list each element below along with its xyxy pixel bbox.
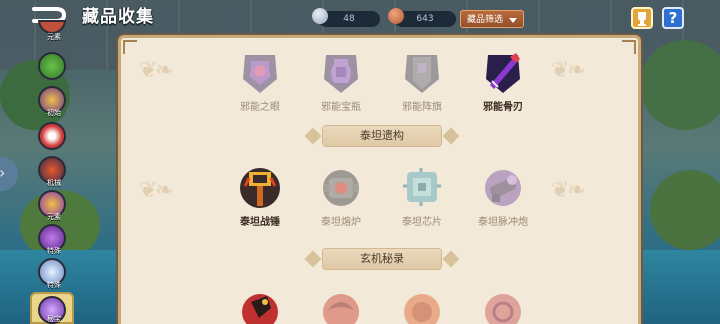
collection-filter-dropdown[interactable]: 藏品筛选 — [460, 10, 524, 28]
panel-corner-ornament — [123, 40, 137, 54]
titan-furnace-icon — [318, 166, 364, 210]
sidebar-item-label: 机械 — [47, 179, 61, 187]
collectible-item[interactable]: 泰坦战锤 — [223, 166, 297, 228]
sidebar-item-4[interactable]: 机械 — [34, 156, 74, 190]
sidebar-item-6[interactable]: 特殊 — [34, 224, 74, 258]
collectible-item[interactable]: 邪能阵旗 — [385, 51, 459, 113]
background-tree — [650, 170, 720, 250]
banner-ornament — [442, 250, 460, 268]
mystic-dragon-icon — [318, 288, 364, 324]
item-label: 邪能之眼 — [240, 102, 280, 113]
sidebar-item-label: 秘宝 — [47, 315, 61, 323]
collectible-item[interactable] — [466, 288, 540, 324]
filter-label: 藏品筛选 — [467, 15, 504, 25]
section-header: 玄机秘录 — [304, 249, 460, 269]
sidebar-item-2[interactable]: 初始 — [34, 86, 74, 120]
collectible-item[interactable] — [385, 288, 459, 324]
trophy-icon — [638, 12, 646, 26]
mystic-orb-icon — [480, 288, 526, 324]
item-label: 邪能宝瓶 — [321, 102, 361, 113]
sidebar-item-0[interactable]: 元素 — [34, 20, 74, 42]
question-mark-icon: ? — [668, 9, 678, 27]
sidebar-item-3[interactable] — [34, 122, 74, 156]
sidebar-item-label: 元素 — [47, 33, 61, 41]
item-label: 邪能阵旗 — [402, 102, 442, 113]
collectible-item[interactable] — [223, 288, 297, 324]
meat-icon — [388, 8, 404, 24]
collectible-item[interactable]: 邪能骨刃 — [466, 51, 540, 113]
background-tree — [640, 40, 720, 130]
titan-hammer-icon — [237, 166, 283, 210]
collection-panel: ❦❧ ❦❧ ❦❧ ❦❧ 邪能之眼 邪能宝瓶 邪能阵旗 邪能骨刃 泰坦遗构 泰坦战… — [118, 35, 641, 324]
titan-cannon-icon — [480, 166, 526, 210]
item-label: 泰坦战锤 — [240, 217, 280, 228]
page-title: 藏品收集 — [82, 7, 154, 27]
item-label: 邪能骨刃 — [483, 102, 523, 113]
background-ornament: ❦❧ — [139, 58, 174, 83]
category-sidebar: 元素 初始 机械 元素 特殊 特殊 秘宝 — [30, 20, 74, 324]
sidebar-item-label: 元素 — [47, 213, 61, 221]
collection-book-button[interactable] — [631, 7, 653, 29]
mystic-beast-icon — [399, 288, 445, 324]
help-button[interactable]: ? — [662, 7, 684, 29]
collectible-item[interactable]: 泰坦芯片 — [385, 166, 459, 228]
sidebar-item-label: 特殊 — [47, 247, 61, 255]
collectible-item[interactable]: 泰坦熔炉 — [304, 166, 378, 228]
banner-ornament — [304, 127, 322, 145]
section-title: 泰坦遗构 — [360, 129, 404, 142]
meat-count: 643 — [416, 14, 434, 24]
evil-banner-icon — [399, 51, 445, 95]
background-ornament: ❦❧ — [139, 178, 174, 203]
banner-ornament — [442, 127, 460, 145]
crystal-icon — [312, 8, 328, 24]
background-ornament: ❦❧ — [551, 178, 586, 203]
collectible-item[interactable]: 泰坦脉冲炮 — [466, 166, 540, 228]
creature-mushroom-icon — [38, 122, 66, 150]
mystic-red-icon — [237, 288, 283, 324]
evil-eye-icon — [237, 51, 283, 95]
creature-green-icon — [38, 52, 66, 80]
item-label: 泰坦脉冲炮 — [478, 217, 528, 228]
chevron-down-icon — [509, 18, 517, 23]
collectible-item[interactable] — [304, 288, 378, 324]
section-header: 泰坦遗构 — [304, 126, 460, 146]
item-label: 泰坦熔炉 — [321, 217, 361, 228]
titan-chip-icon — [399, 166, 445, 210]
collectible-item[interactable]: 邪能之眼 — [223, 51, 297, 113]
sidebar-item-7[interactable]: 特殊 — [34, 258, 74, 292]
collectible-item[interactable]: 邪能宝瓶 — [304, 51, 378, 113]
sidebar-item-1[interactable] — [34, 52, 74, 86]
evil-bone-blade-icon — [480, 51, 526, 95]
sidebar-item-label: 初始 — [47, 109, 61, 117]
sidebar-expand-button[interactable]: › — [0, 157, 18, 191]
crystal-count: 48 — [343, 14, 355, 24]
evil-vase-icon — [318, 51, 364, 95]
sidebar-item-label: 特殊 — [47, 281, 61, 289]
section-title: 玄机秘录 — [360, 252, 404, 265]
sidebar-item-5[interactable]: 元素 — [34, 190, 74, 224]
chevron-right-icon: › — [0, 165, 5, 181]
panel-corner-ornament — [622, 40, 636, 54]
background-ornament: ❦❧ — [551, 58, 586, 83]
sidebar-item-8[interactable]: 秘宝 — [30, 292, 74, 324]
item-label: 泰坦芯片 — [402, 217, 442, 228]
banner-ornament — [304, 250, 322, 268]
